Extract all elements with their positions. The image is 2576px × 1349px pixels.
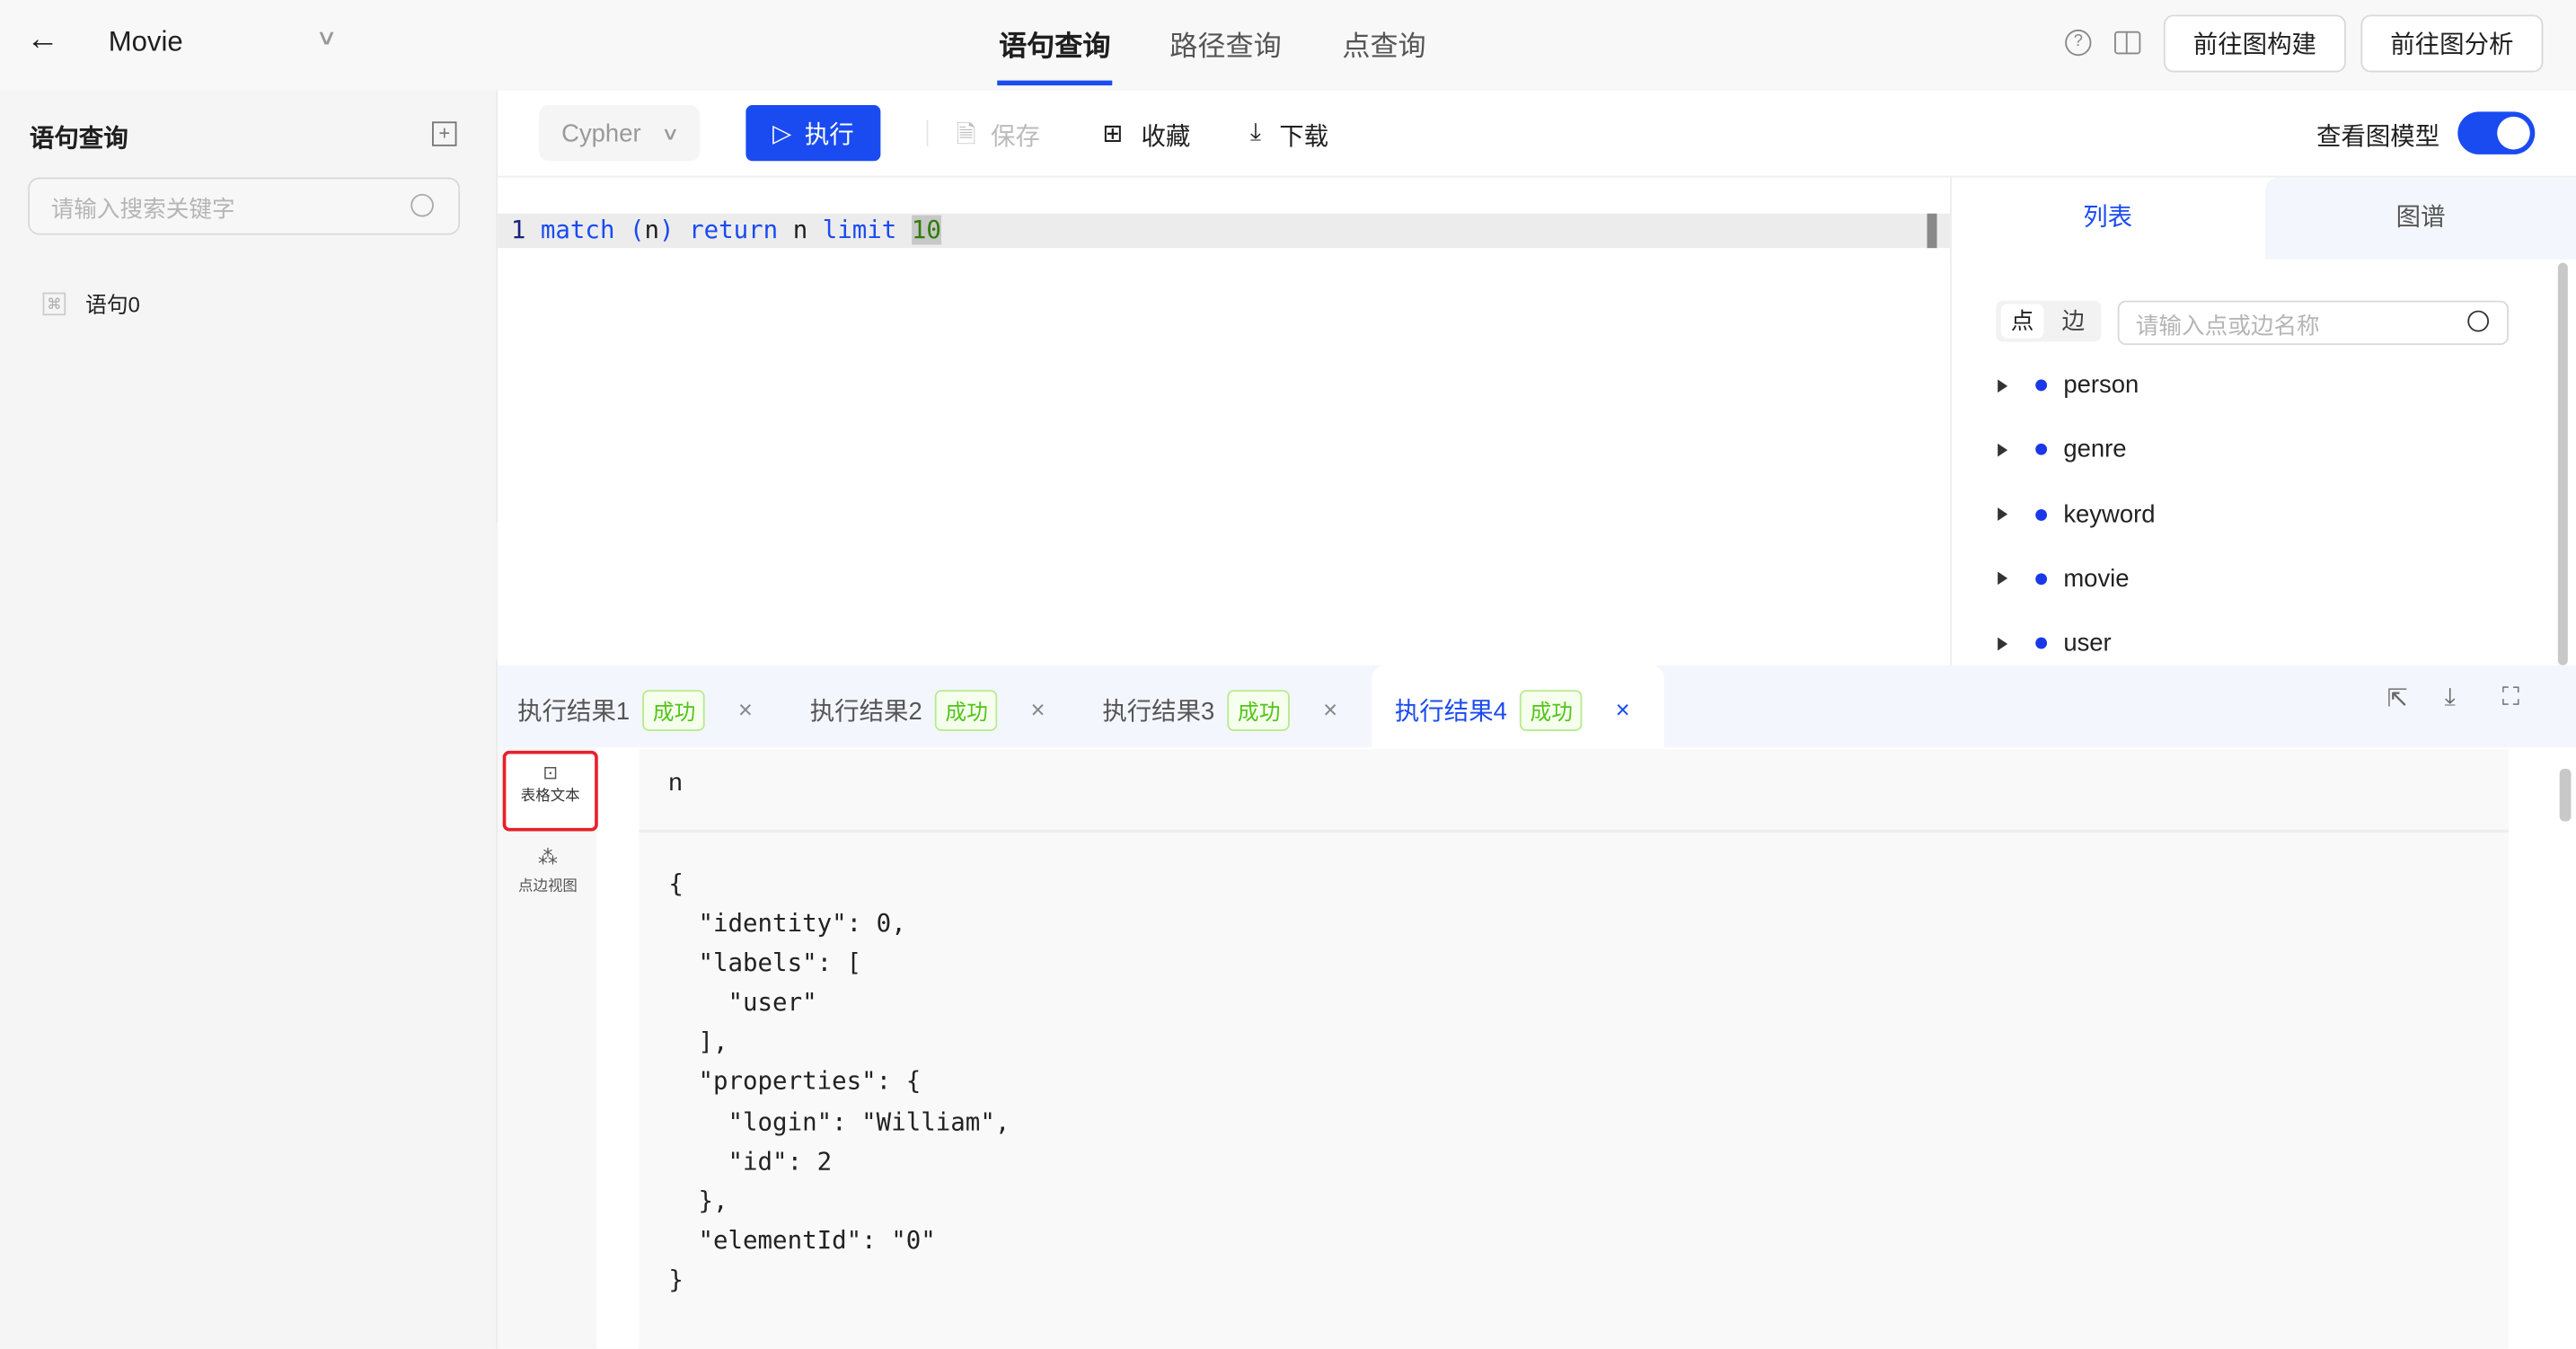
node-dot-icon	[2035, 508, 2048, 521]
status-badge: 成功	[935, 690, 998, 731]
model-search-input[interactable]: 请输入点或边名称	[2117, 300, 2510, 346]
close-icon[interactable]: ×	[1323, 697, 1337, 725]
result-scrollbar[interactable]	[2559, 769, 2572, 822]
list-item[interactable]: ⌘ 语句0	[42, 287, 140, 319]
code-token: 10	[911, 215, 941, 245]
code-line: match (n) return n limit 10	[540, 215, 941, 245]
add-statement-icon[interactable]: +	[432, 121, 457, 146]
save-icon: 🗎	[956, 121, 976, 150]
view-graph[interactable]: ⁂ 点边视图	[503, 846, 594, 912]
caret-right-icon[interactable]	[1998, 378, 2008, 392]
view-switcher	[498, 747, 596, 1349]
code-token: match	[540, 215, 615, 245]
chevron-down-icon[interactable]: ∨	[315, 24, 337, 50]
node-edge-segment: 点 边	[1996, 300, 2102, 342]
code-token: limit	[822, 215, 897, 245]
favorite-button[interactable]: ⊞ 收藏	[1102, 119, 1190, 153]
result-tab[interactable]: 执行结果4 成功 ×	[1395, 690, 1630, 731]
split-layout-icon[interactable]	[2114, 31, 2141, 55]
goto-graph-build-button[interactable]: 前往图构建	[2163, 14, 2346, 73]
code-token: n	[644, 215, 660, 245]
run-button[interactable]: ▷ 执行	[745, 105, 881, 162]
model-list-item[interactable]: genre	[1998, 436, 2127, 463]
status-badge: 成功	[1520, 690, 1584, 731]
divider	[926, 119, 929, 146]
sidebar-search-input[interactable]: 请输入搜索关键字	[28, 177, 461, 235]
language-select[interactable]: Cypher ∨	[538, 105, 701, 162]
node-dot-icon	[2035, 379, 2048, 392]
result-tab[interactable]: 执行结果2 成功 ×	[810, 690, 1045, 731]
sidebar: 语句查询 + 请输入搜索关键字 ⌘ 语句0	[0, 90, 498, 1349]
view-model-label: 查看图模型	[2316, 123, 2440, 152]
tab-list[interactable]: 列表	[1951, 177, 2264, 260]
node-dot-icon	[2035, 573, 2048, 585]
model-list-item[interactable]: keyword	[1998, 500, 2155, 528]
result-tab[interactable]: 执行结果3 成功 ×	[1102, 690, 1337, 731]
node-dot-icon	[2035, 444, 2048, 456]
table-cell[interactable]: { "identity": 0, "labels": [ "user" ], "…	[668, 864, 1010, 1300]
caret-right-icon[interactable]	[1998, 443, 2008, 457]
result-table: n { "identity": 0, "labels": [ "user" ],…	[639, 749, 2510, 1349]
tab-graph[interactable]: 图谱	[2265, 177, 2576, 260]
top-bar: ← Movie ∨ 语句查询 路径查询 点查询 ? 前往图构建 前往图分析	[0, 0, 2576, 89]
status-badge: 成功	[1227, 690, 1291, 731]
graph-selector[interactable]: Movie	[109, 26, 183, 59]
segment-node[interactable]: 点	[2000, 304, 2044, 339]
caret-right-icon[interactable]	[1998, 572, 2008, 586]
tab-node-query[interactable]: 点查询	[1342, 23, 1425, 65]
line-number: 1	[510, 215, 526, 245]
code-token: (	[614, 215, 645, 245]
editor-scrollbar[interactable]	[1927, 213, 1937, 249]
caret-right-icon[interactable]	[1998, 637, 2008, 650]
divider	[639, 829, 2510, 833]
close-icon[interactable]: ×	[1616, 697, 1630, 725]
download-icon[interactable]: ⤓	[2445, 683, 2456, 711]
play-icon: ▷	[772, 119, 792, 148]
active-tab-indicator	[997, 80, 1113, 86]
close-icon[interactable]: ×	[1030, 697, 1045, 725]
column-header: n	[668, 769, 683, 798]
view-model-toggle[interactable]	[2457, 111, 2536, 154]
code-editor[interactable]: 1 match (n) return n limit 10	[498, 213, 1951, 249]
command-icon: ⌘	[42, 291, 66, 315]
model-list-item[interactable]: user	[1998, 630, 2112, 657]
view-table-text[interactable]: ⊡ 表格文本	[502, 750, 598, 832]
download-button[interactable]: ⤓ 下载	[1250, 119, 1328, 153]
result-tab[interactable]: 执行结果1 成功 ×	[517, 690, 753, 731]
save-button[interactable]: 🗎 保存	[957, 119, 1040, 160]
search-icon[interactable]	[410, 193, 434, 217]
grid-icon: ⊞	[1102, 119, 1124, 148]
model-scrollbar[interactable]	[2557, 262, 2568, 666]
help-icon[interactable]: ?	[2065, 29, 2092, 57]
model-list-item[interactable]: movie	[1998, 565, 2130, 593]
code-token: )	[659, 215, 675, 245]
code-token: n	[778, 215, 823, 245]
terminal-icon: ⊡	[543, 763, 559, 784]
status-badge: 成功	[642, 690, 706, 731]
divider	[498, 175, 2576, 178]
node-dot-icon	[2035, 638, 2048, 649]
chevron-down-icon: ∨	[661, 124, 680, 145]
fullscreen-icon[interactable]: ⛶	[2502, 683, 2519, 711]
back-arrow-icon[interactable]: ←	[26, 22, 59, 59]
search-icon[interactable]	[2467, 310, 2490, 332]
caret-right-icon[interactable]	[1998, 507, 2008, 521]
download-icon: ⤓	[1249, 118, 1262, 146]
tab-statement-query[interactable]: 语句查询	[999, 23, 1110, 65]
segment-edge[interactable]: 边	[2052, 304, 2095, 338]
goto-graph-analysis-button[interactable]: 前往图分析	[2360, 14, 2544, 73]
model-list-item[interactable]: person	[1998, 371, 2139, 399]
open-external-icon[interactable]: ⇱	[2387, 683, 2408, 713]
tab-path-query[interactable]: 路径查询	[1169, 23, 1281, 65]
sidebar-title: 语句查询	[29, 125, 128, 154]
graph-nodes-icon: ⁂	[538, 845, 558, 869]
close-icon[interactable]: ×	[738, 697, 753, 725]
code-token: return	[674, 215, 779, 245]
